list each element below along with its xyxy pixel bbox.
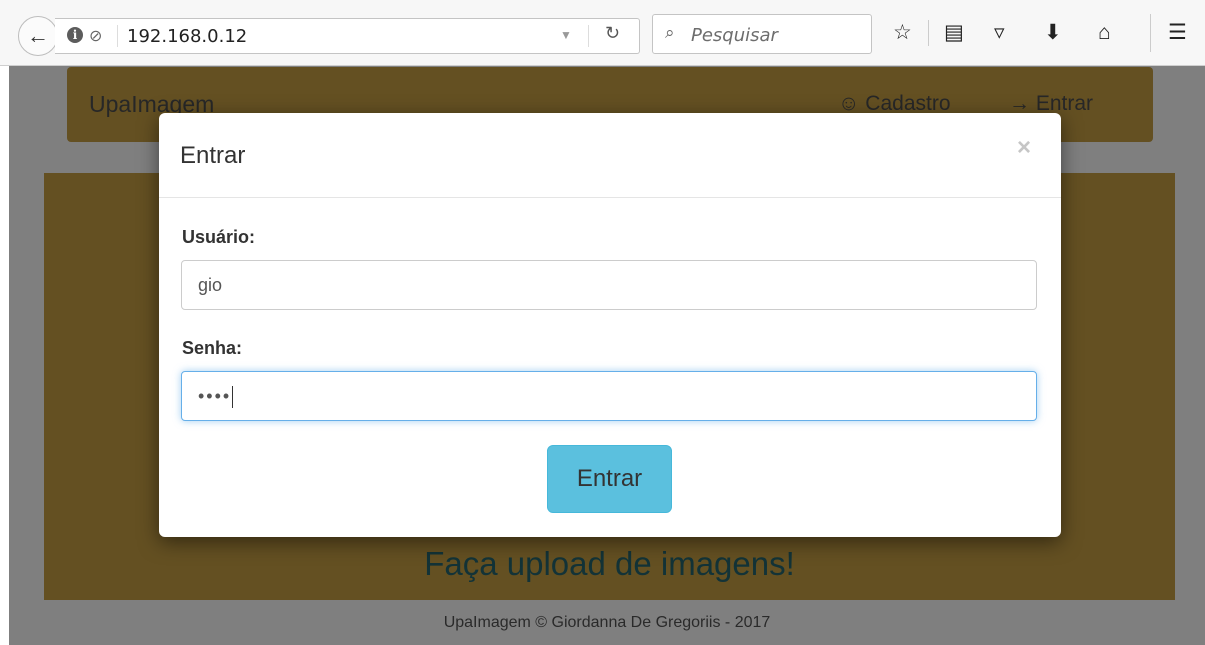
url-separator [117,25,118,47]
url-separator [588,25,589,47]
search-placeholder: Pesquisar [691,25,778,46]
back-button[interactable]: ← [18,16,58,56]
toolbar-separator [1150,14,1151,52]
password-label: Senha: [182,338,243,358]
pocket-icon[interactable]: ▿ [994,20,1005,46]
submit-button[interactable]: Entrar [547,445,672,513]
back-arrow-icon: ← [27,23,49,48]
browser-toolbar: ← i ⊘ 192.168.0.12 ▼ ↻ ⌕ Pesquisar ☆ ▤ ▿… [0,0,1205,66]
search-icon: ⌕ [665,23,675,42]
url-bar[interactable]: i ⊘ 192.168.0.12 ▼ ↻ [55,18,640,54]
username-field[interactable]: gio [181,260,1037,310]
password-value: •••• [198,386,232,406]
download-icon[interactable]: ⬇ [1044,20,1062,46]
modal-divider [159,197,1061,198]
info-icon[interactable]: i [67,27,83,43]
text-caret [232,386,234,409]
password-field[interactable]: •••• [181,371,1037,421]
reload-icon[interactable]: ↻ [605,23,620,44]
toolbar-separator [928,20,929,46]
home-icon[interactable]: ⌂ [1098,20,1111,46]
username-value: gio [198,275,223,295]
history-dropdown-icon[interactable]: ▼ [560,28,572,42]
search-input[interactable]: ⌕ Pesquisar [652,14,872,54]
insecure-lock-icon[interactable]: ⊘ [89,26,102,46]
modal-title: Entrar [180,142,246,169]
close-icon[interactable]: × [1017,134,1031,162]
login-modal: Entrar × Usuário: gio Senha: •••• Entrar [159,113,1061,537]
url-text[interactable]: 192.168.0.12 [127,26,247,47]
username-label: Usuário: [182,227,256,247]
bookmark-star-icon[interactable]: ☆ [893,20,912,46]
reader-view-icon[interactable]: ▤ [944,20,964,46]
menu-icon[interactable]: ☰ [1168,20,1187,46]
